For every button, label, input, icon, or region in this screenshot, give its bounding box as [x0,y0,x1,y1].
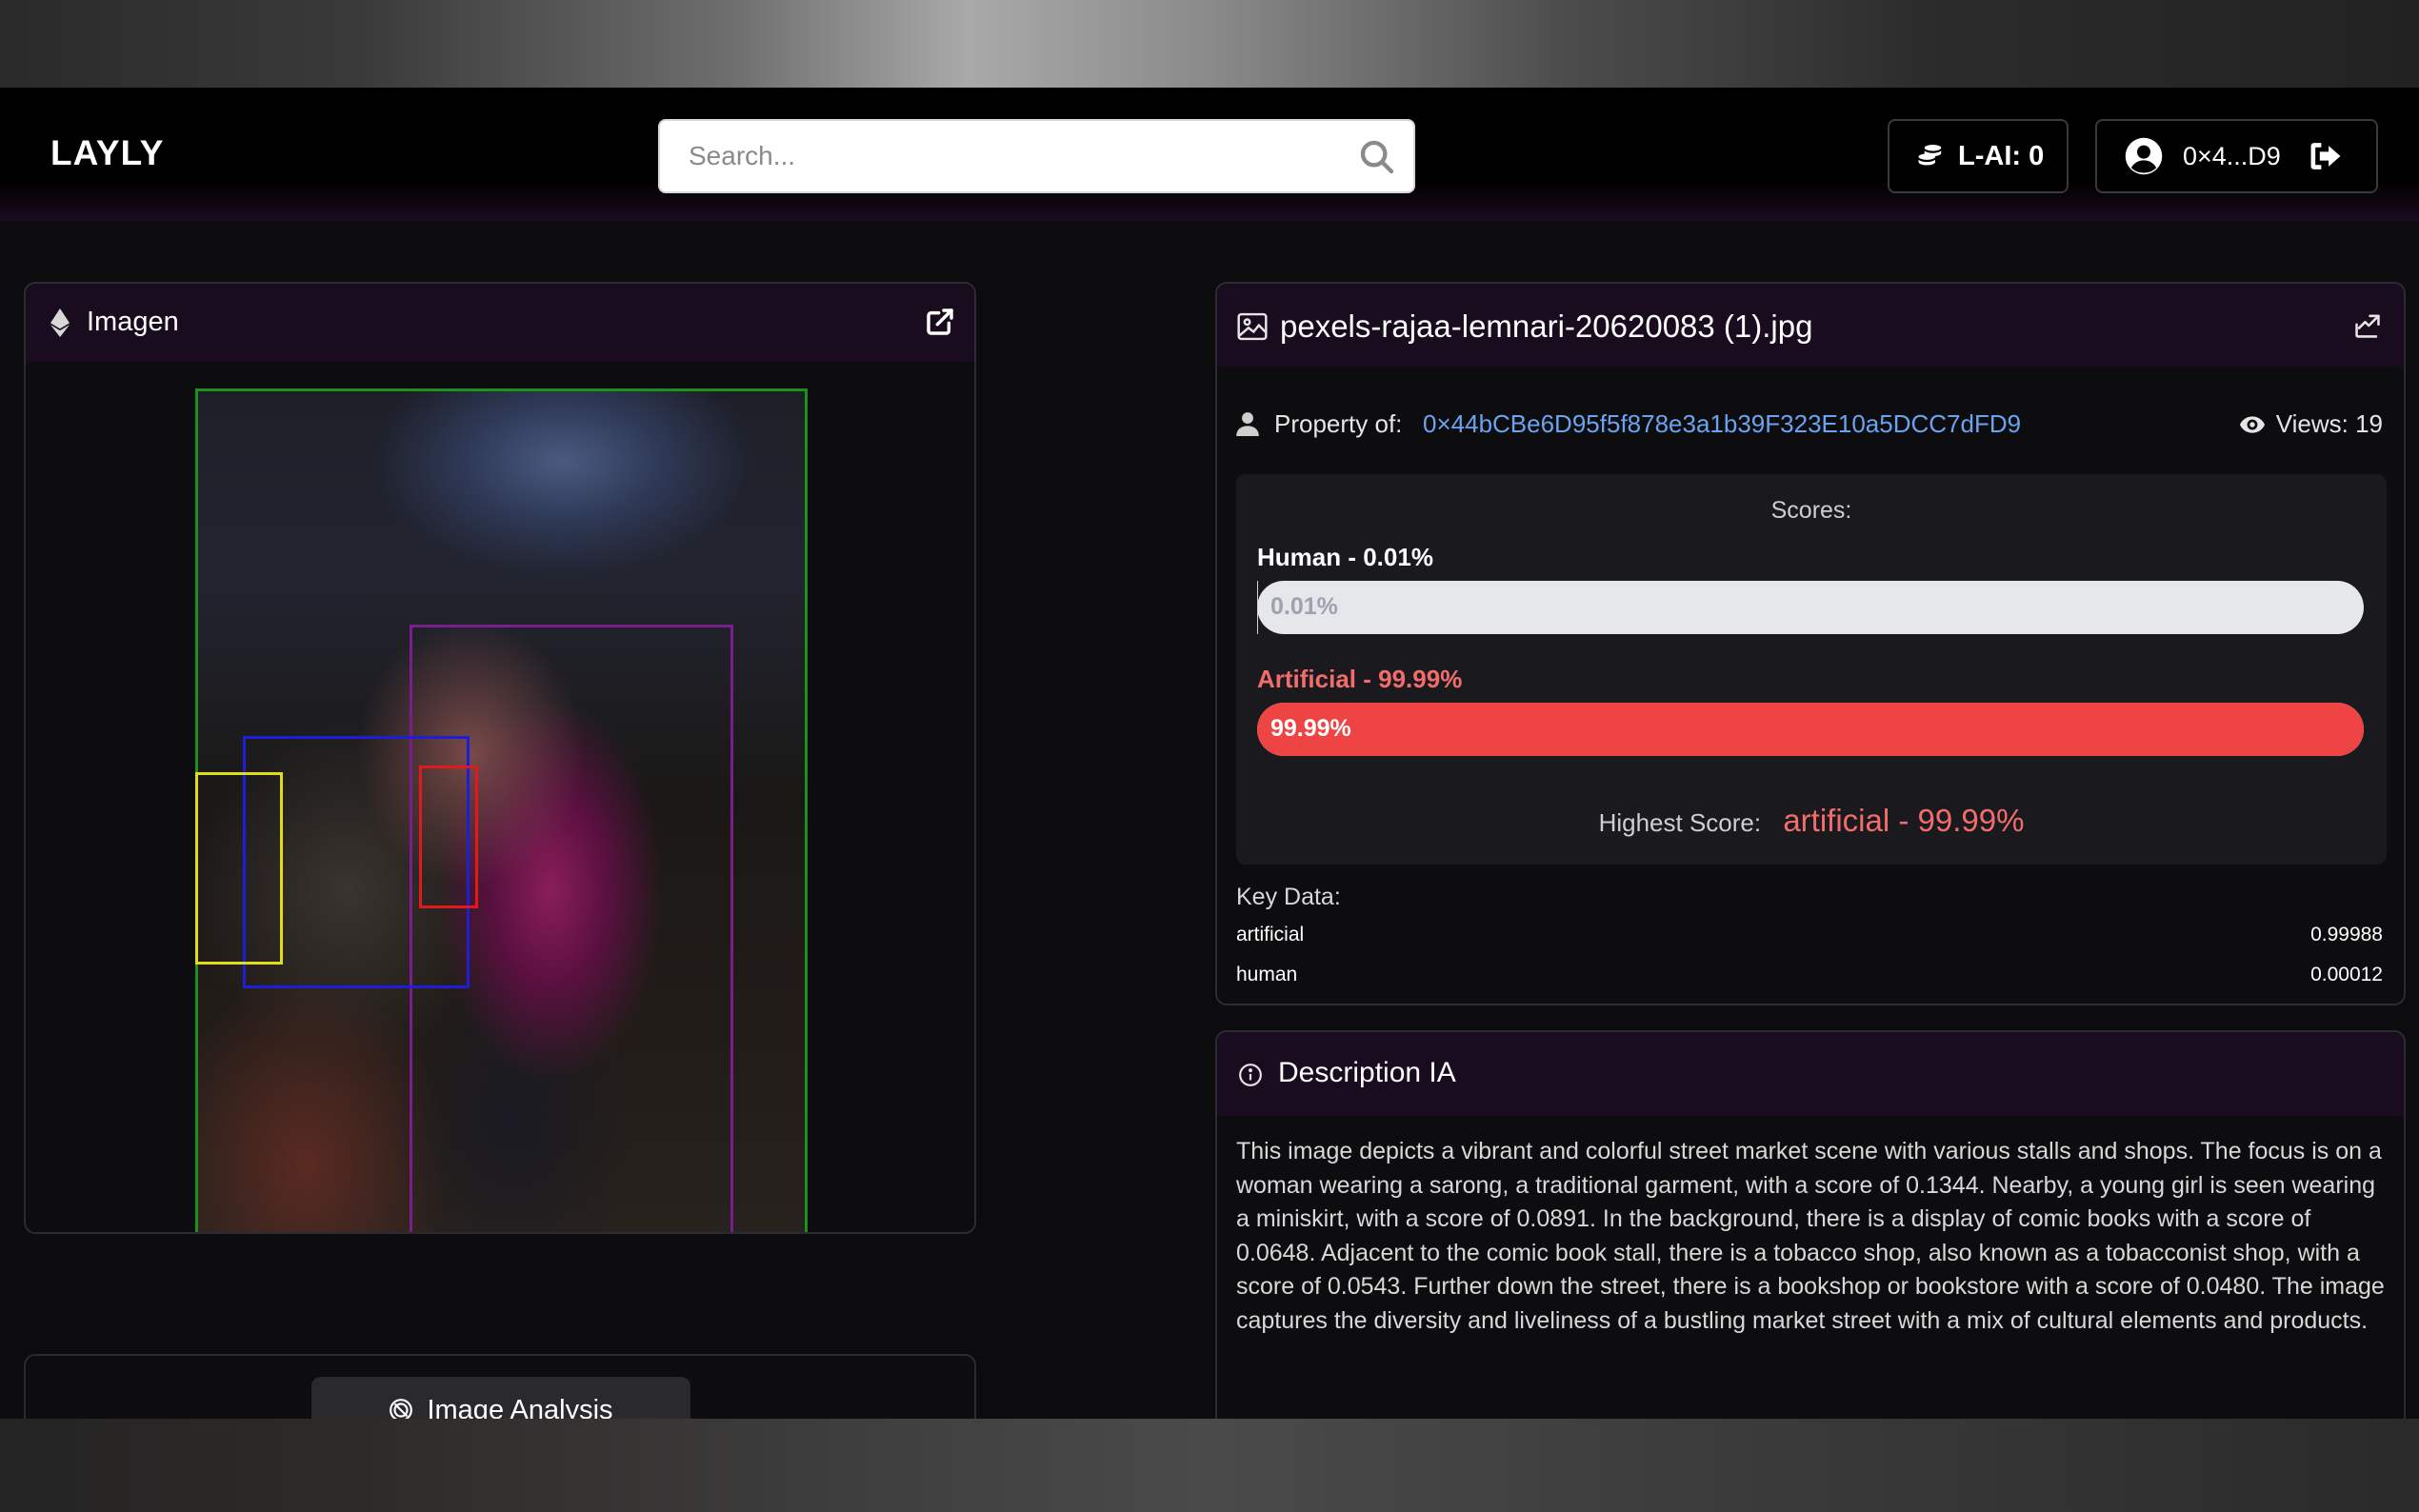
description-header: Description IA [1217,1032,2404,1116]
key-data-label: artificial [1236,924,1305,945]
human-score-bar-text: 0.01% [1270,593,1338,620]
search-icon[interactable] [1358,138,1396,176]
detection-box-yellow [195,772,283,965]
highest-score: Highest Score: artificial - 99.99% [1236,803,2387,839]
owner-address-link[interactable]: 0×44bCBe6D95f5f878e3a1b39F323E10a5DCC7dF… [1423,409,2021,439]
image-panel-header: Imagen [26,284,974,362]
analysis-panel: Image Analysis [24,1354,976,1419]
property-row: Property of: 0×44bCBe6D95f5f878e3a1b39F3… [1236,406,2383,444]
tab-image-analysis-label: Image Analysis [427,1394,613,1420]
scores-header: Scores: [1770,497,1852,524]
highest-score-value: artificial - 99.99% [1783,803,2025,838]
key-data-row: human 0.00012 [1236,964,2383,986]
key-data-title: Key Data: [1236,884,1341,910]
user-icon [1236,412,1259,436]
scores-card: Scores: Human - 0.01% 0.01% Artificial -… [1236,474,2387,865]
image-icon [1237,312,1268,341]
credits-button[interactable]: L-AI: 0 [1888,119,2069,193]
user-circle-icon [2125,137,2163,175]
artificial-score-label: Artificial - 99.99% [1257,665,1463,693]
wallet-address: 0×4...D9 [2183,141,2281,170]
description-title: Description IA [1278,1057,1456,1088]
brand-logo[interactable]: LAYLY [50,133,165,173]
description-panel: Description IA This image depicts a vibr… [1215,1030,2406,1419]
file-info-panel: pexels-rajaa-lemnari-20620083 (1).jpg Pr… [1215,282,2406,1005]
highest-score-label: Highest Score: [1598,808,1762,837]
analysis-icon [390,1399,413,1419]
search-bar [658,119,1415,193]
info-icon [1239,1064,1262,1086]
logout-icon[interactable] [2308,140,2344,172]
human-score-label: Human - 0.01% [1257,543,1433,571]
blurred-backdrop-bottom [0,1419,2419,1512]
human-score-bar: 0.01% [1257,581,2364,634]
description-text: This image depicts a vibrant and colorfu… [1236,1138,2385,1334]
navbar: LAYLY L-AI: 0 0×4...D9 [0,88,2419,221]
artificial-score-bar: 99.99% [1257,703,2364,756]
detection-box-red [419,766,478,908]
file-info-header: pexels-rajaa-lemnari-20620083 (1).jpg [1217,284,2404,368]
image-panel-title: Imagen [87,307,179,337]
app-window: LAYLY L-AI: 0 0×4...D9 [0,88,2419,1419]
blurred-backdrop-top [0,0,2419,88]
eye-icon [2239,415,2265,433]
external-link-icon[interactable] [925,307,955,337]
key-data-value: 0.99988 [2310,924,2383,945]
key-data-value: 0.00012 [2310,964,2383,985]
artificial-score-bar-text: 99.99% [1270,715,1351,742]
credits-label: L-AI: 0 [1958,140,2045,171]
views-counter: Views: 19 [2239,409,2383,439]
wallet-button[interactable]: 0×4...D9 [2095,119,2378,193]
search-input[interactable] [689,121,1336,191]
file-name: pexels-rajaa-lemnari-20620083 (1).jpg [1280,308,1813,344]
property-label: Property of: [1274,409,1403,438]
tab-image-analysis[interactable]: Image Analysis [311,1377,690,1419]
analyzed-photo[interactable] [195,388,808,1232]
views-label: Views: 19 [2275,409,2383,438]
key-data-row: artificial 0.99988 [1236,924,2383,946]
ethereum-icon [50,308,70,337]
image-panel: Imagen [24,282,976,1234]
key-data-label: human [1236,964,1298,985]
coins-icon [1918,145,1942,166]
artificial-score-fill [1257,703,2364,756]
share-icon[interactable] [2352,312,2383,339]
